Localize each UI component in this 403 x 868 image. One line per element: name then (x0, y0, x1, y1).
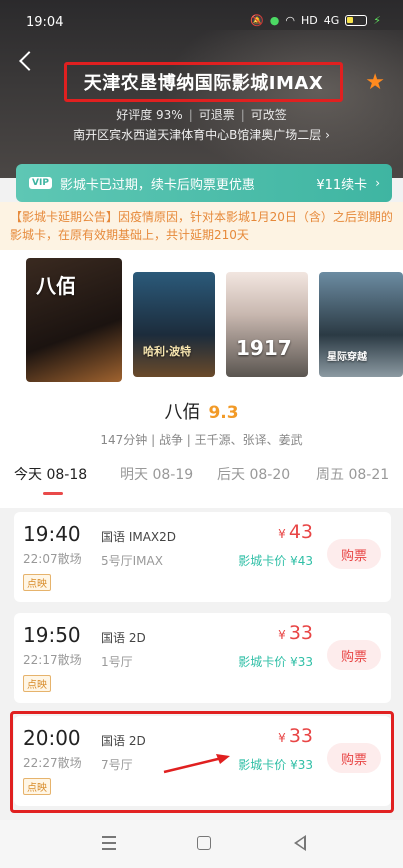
refund-tag: 可退票 (198, 108, 235, 122)
start-time: 19:50 (23, 623, 81, 647)
cinema-header: 19:04 🔕 ● ◠ HD 4G ⚡ 天津农垦博纳国际影城IMAX ★ 好评度… (0, 0, 403, 178)
status-bar: 19:04 🔕 ● ◠ HD 4G ⚡ (0, 0, 403, 40)
signal-label: 4G (323, 14, 340, 27)
start-time: 20:00 (23, 726, 81, 750)
system-nav-bar (0, 820, 403, 868)
buy-ticket-button[interactable]: 购票 (327, 743, 381, 773)
movie-title-row: 八佰 9.3 (0, 398, 403, 424)
preview-tag: 点映 (23, 675, 51, 692)
cinema-title: 天津农垦博纳国际影城IMAX (83, 73, 324, 94)
member-card-price: 影城卡价 ¥33 (238, 655, 313, 669)
active-tab-indicator (43, 492, 63, 495)
ticket-price: ¥33 (278, 725, 313, 747)
end-time: 22:17散场 (23, 653, 82, 667)
home-icon[interactable] (193, 832, 215, 854)
preview-tag: 点映 (23, 778, 51, 795)
language-format: 国语 2D (101, 734, 146, 748)
buy-ticket-button[interactable]: 购票 (327, 539, 381, 569)
rating-tag: 好评度 93% (116, 108, 183, 122)
member-card-text: 影城卡已过期，续卡后购票更优惠 (59, 177, 255, 193)
status-icons: 🔕 ● ◠ HD 4G ⚡ (250, 14, 381, 27)
network-label: HD (300, 14, 318, 27)
member-card-banner[interactable]: VIP 影城卡已过期，续卡后购票更优惠 ¥11续卡 › (16, 164, 392, 202)
card-extension-notice: 【影城卡延期公告】因疫情原因，针对本影城1月20日（含）之后到期的影城卡，在原有… (0, 202, 403, 250)
poster-title: 八佰 (36, 274, 76, 298)
end-time: 22:07散场 (23, 552, 82, 566)
star-icon[interactable]: ★ (365, 70, 385, 95)
back-arrow-icon[interactable] (18, 50, 38, 72)
cinema-address[interactable]: 南开区宾水西道天津体育中心B馆津奥广场二层 › (0, 126, 403, 143)
date-tabs: 今天 08-18 明天 08-19 后天 08-20 周五 08-21 (0, 464, 403, 496)
charging-icon: ⚡ (373, 14, 381, 27)
showtime-card[interactable]: 19:50 22:17散场 点映 国语 2D 1号厅 ¥33 影城卡价 ¥33 … (14, 613, 391, 703)
hall-name: 5号厅IMAX (101, 554, 163, 568)
poster-interstellar[interactable]: 星际穿越 (319, 272, 403, 377)
annotation-arrow-icon (163, 754, 230, 774)
cinema-tags: 好评度 93% | 可退票 | 可改签 (116, 108, 287, 122)
tab-friday[interactable]: 周五 08-21 (316, 464, 389, 484)
back-icon[interactable] (290, 832, 312, 854)
mute-icon: 🔕 (250, 14, 264, 27)
wifi-icon: ◠ (285, 14, 295, 27)
movie-name: 八佰 (164, 402, 201, 423)
tab-tomorrow[interactable]: 明天 08-19 (120, 464, 193, 484)
buy-ticket-button[interactable]: 购票 (327, 640, 381, 670)
battery-icon (345, 15, 368, 26)
poster-carousel[interactable]: 八佰 哈利·波特 1917 星际穿越 (0, 250, 403, 386)
cinema-title-highlight: 天津农垦博纳国际影城IMAX (64, 62, 343, 102)
poster-harry-potter[interactable]: 哈利·波特 (133, 272, 215, 377)
language-format: 国语 IMAX2D (101, 530, 177, 544)
end-time: 22:27散场 (23, 756, 82, 770)
language-format: 国语 2D (101, 631, 146, 645)
shield-icon: ● (269, 14, 280, 27)
showtime-card[interactable]: 19:40 22:07散场 点映 国语 IMAX2D 5号厅IMAX ¥43 影… (14, 512, 391, 602)
movie-meta: 147分钟 | 战争 | 王千源、张译、姜武 (100, 433, 303, 447)
renew-price: ¥11续卡 (316, 177, 368, 193)
ticket-price: ¥43 (278, 521, 313, 543)
poster-title: 星际穿越 (327, 352, 367, 363)
movie-score: 9.3 (208, 403, 239, 423)
hall-name: 7号厅 (101, 758, 133, 772)
poster-title: 哈利·波特 (143, 345, 192, 358)
reschedule-tag: 可改签 (250, 108, 287, 122)
menu-icon[interactable] (98, 832, 120, 854)
member-card-price: 影城卡价 ¥33 (238, 758, 313, 772)
poster-1917[interactable]: 1917 (226, 272, 308, 377)
poster-babai[interactable]: 八佰 (26, 258, 122, 382)
poster-title: 1917 (236, 336, 292, 360)
start-time: 19:40 (23, 522, 81, 546)
vip-badge: VIP (29, 177, 52, 189)
member-card-price: 影城卡价 ¥43 (238, 554, 313, 568)
tab-today[interactable]: 今天 08-18 (14, 464, 87, 484)
status-time: 19:04 (26, 15, 64, 30)
hall-name: 1号厅 (101, 655, 133, 669)
movie-info: 八佰 9.3 147分钟 | 战争 | 王千源、张译、姜武 今天 08-18 明天… (0, 386, 403, 508)
preview-tag: 点映 (23, 574, 51, 591)
ticket-price: ¥33 (278, 622, 313, 644)
chevron-right-icon: › (375, 176, 380, 190)
tab-day-after[interactable]: 后天 08-20 (217, 464, 290, 484)
